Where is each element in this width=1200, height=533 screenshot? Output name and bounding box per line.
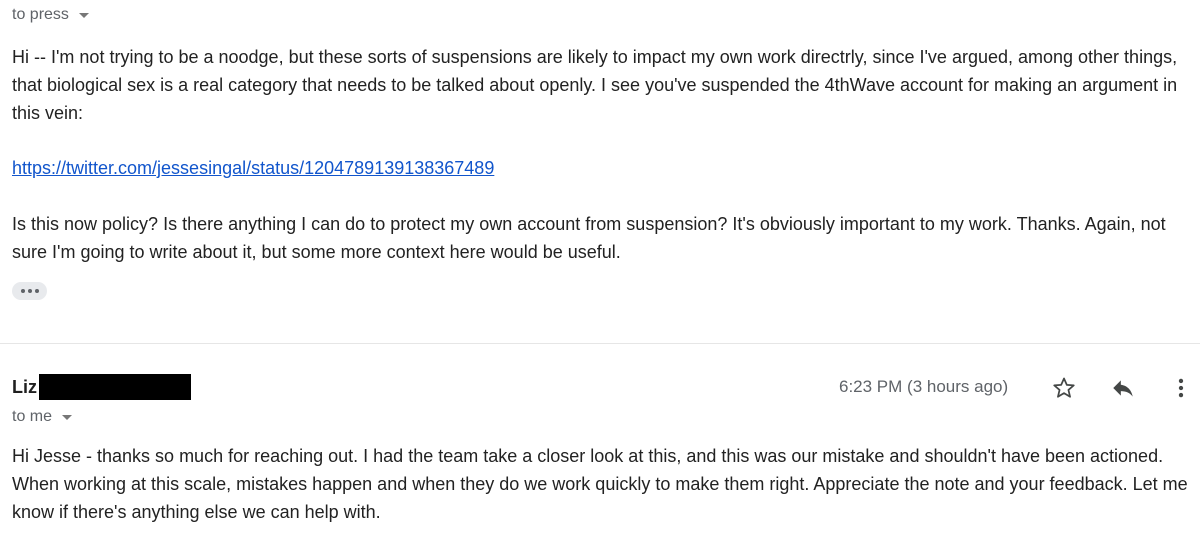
- tweet-link[interactable]: https://twitter.com/jessesingal/status/1…: [12, 158, 494, 178]
- recipient-label: to press: [12, 6, 69, 23]
- recipient-details-toggle[interactable]: to press: [12, 6, 89, 24]
- message-timestamp: 6:23 PM (3 hours ago): [839, 377, 1009, 396]
- sender-name: Liz: [12, 376, 37, 397]
- sender: Liz: [12, 374, 191, 400]
- redaction-bar: [39, 374, 191, 400]
- caret-down-icon: [78, 13, 89, 18]
- ellipsis-icon: [20, 289, 25, 293]
- star-button[interactable]: [1049, 373, 1079, 403]
- caret-down-icon: [62, 415, 73, 420]
- message-paragraph-1: Hi -- I'm not trying to be a noodge, but…: [12, 47, 1178, 123]
- more-options-button[interactable]: [1166, 373, 1196, 403]
- recipient-details-toggle-2[interactable]: to me: [12, 408, 73, 426]
- show-trimmed-content-button[interactable]: [12, 282, 47, 300]
- reply-icon: [1113, 380, 1133, 397]
- more-vertical-icon: [1178, 378, 1184, 398]
- email-message-2: Liz to me 6:23 PM (3 hours ago) Hi Jesse…: [12, 344, 1198, 533]
- recipient-label-2: to me: [12, 408, 53, 425]
- star-icon: [1053, 377, 1075, 398]
- message-paragraph-2: Is this now policy? Is there anything I …: [12, 214, 1166, 262]
- reply-message-body: Hi Jesse - thanks so much for reaching o…: [12, 446, 1188, 522]
- message-link-paragraph: https://twitter.com/jessesingal/status/1…: [12, 154, 494, 182]
- reply-button[interactable]: [1108, 373, 1138, 403]
